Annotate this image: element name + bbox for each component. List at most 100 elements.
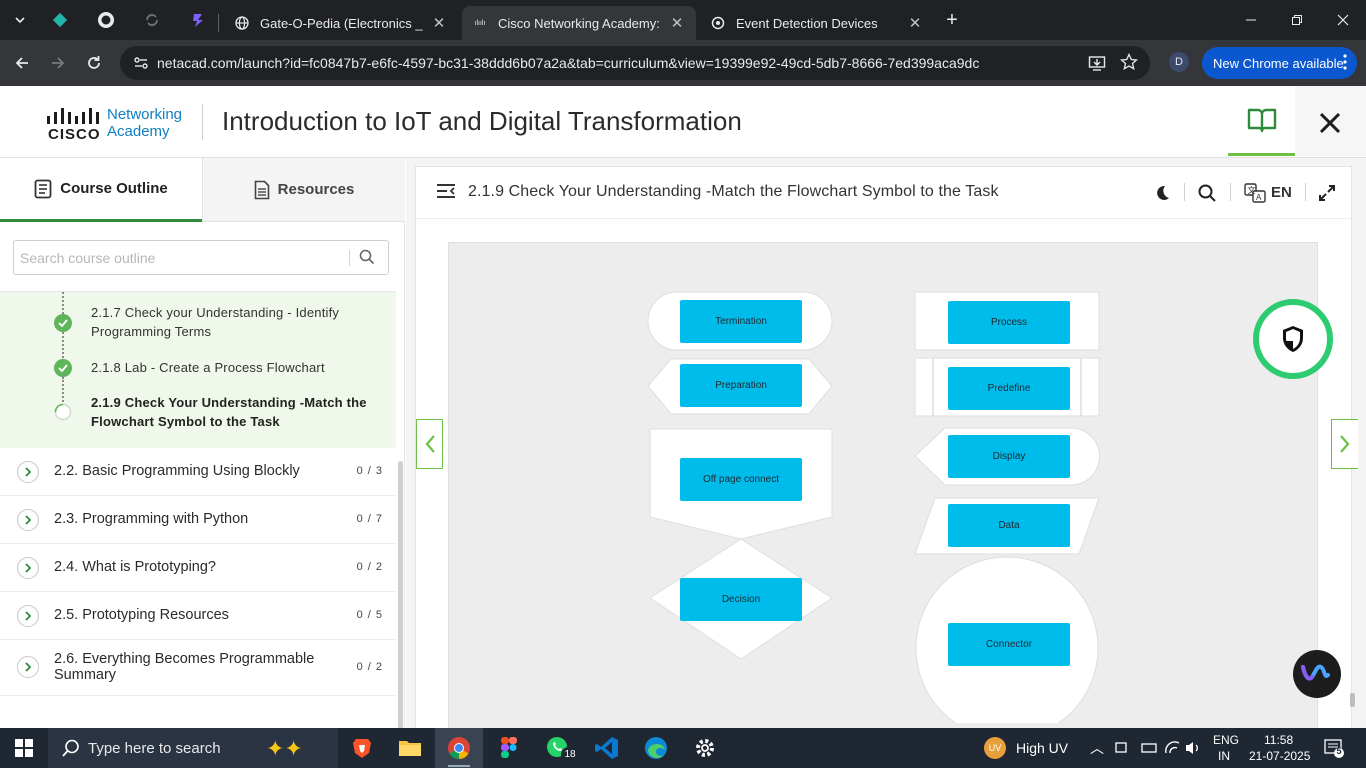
- install-app-icon[interactable]: [1088, 54, 1106, 77]
- clock-time[interactable]: 11:58: [1264, 733, 1293, 747]
- close-tab-icon[interactable]: ✕: [906, 14, 924, 32]
- open-book-icon: [1247, 108, 1276, 132]
- taskbar-search-box[interactable]: Type here to search ✦✦: [48, 728, 338, 768]
- back-icon[interactable]: [8, 49, 36, 77]
- close-course-button[interactable]: [1311, 104, 1349, 142]
- page-title: 2.1.9 Check Your Understanding -Match th…: [468, 183, 999, 200]
- figma-icon[interactable]: [485, 728, 533, 768]
- outline-item-2-1-8[interactable]: 2.1.8 Lab - Create a Process Flowchart: [91, 358, 371, 377]
- dark-mode-icon[interactable]: [1151, 182, 1173, 204]
- settings-gear-icon[interactable]: [681, 728, 729, 768]
- pinned-tab-sync-icon[interactable]: [140, 8, 164, 32]
- input-language-line-1[interactable]: ENG: [1213, 733, 1239, 747]
- restore-icon[interactable]: [1274, 0, 1320, 40]
- tray-icons[interactable]: [1114, 740, 1204, 761]
- tab-cisco-netacad[interactable]: ılıılı Cisco Networking Academy: Intr ✕: [462, 6, 696, 40]
- webex-assistant-button[interactable]: [1293, 650, 1341, 698]
- content-area: 2.1.9 Check Your Understanding -Match th…: [406, 158, 1366, 742]
- section-2-5[interactable]: 2.5. Prototyping Resources 0 / 5: [0, 592, 396, 640]
- cisco-networking-academy-logo[interactable]: CISCO Networking Academy: [46, 106, 186, 146]
- search-icon[interactable]: [359, 249, 375, 265]
- svg-text:文: 文: [1248, 185, 1256, 195]
- tab-search-icon[interactable]: [8, 8, 32, 32]
- fullscreen-icon[interactable]: [1316, 182, 1338, 204]
- drag-item-decision[interactable]: Decision: [680, 578, 802, 621]
- section-label: 2.2. Basic Programming Using Blockly: [54, 463, 300, 479]
- show-hidden-icons[interactable]: ︿: [1090, 738, 1104, 758]
- whatsapp-icon[interactable]: 18: [534, 728, 582, 768]
- drag-item-display[interactable]: Display: [948, 435, 1070, 478]
- outline-item-2-1-7[interactable]: 2.1.7 Check your Understanding - Identif…: [91, 303, 371, 341]
- bookmark-star-icon[interactable]: [1119, 52, 1139, 76]
- section-2-3[interactable]: 2.3. Programming with Python 0 / 7: [0, 496, 396, 544]
- browser-toolbar: netacad.com/launch?id=fc0847b7-e6fc-4597…: [0, 40, 1366, 86]
- search-icon[interactable]: [1196, 182, 1218, 204]
- section-label: 2.6. Everything Becomes Programmable Sum…: [54, 651, 315, 683]
- pinned-tab-app-icon[interactable]: [186, 8, 210, 32]
- drag-item-off-page-connect[interactable]: Off page connect: [680, 458, 802, 501]
- file-explorer-icon[interactable]: [386, 728, 434, 768]
- security-shield-badge[interactable]: [1253, 299, 1333, 379]
- tab-gate-o-pedia[interactable]: Gate-O-Pedia (Electronics _ Con ✕: [224, 6, 458, 40]
- more-menu-icon[interactable]: [1343, 54, 1347, 73]
- chevron-right-icon: [17, 656, 39, 678]
- brave-browser-icon[interactable]: [338, 728, 386, 768]
- close-tab-icon[interactable]: ✕: [668, 14, 686, 32]
- window-close-icon[interactable]: [1320, 0, 1366, 40]
- drag-item-termination[interactable]: Termination: [680, 300, 802, 343]
- current-section: 2.1.7 Check your Understanding - Identif…: [0, 292, 396, 448]
- outline-item-2-1-9[interactable]: 2.1.9 Check Your Understanding -Match th…: [91, 393, 371, 431]
- language-selector[interactable]: EN: [1271, 184, 1292, 201]
- tab-course-outline[interactable]: Course Outline: [0, 158, 202, 222]
- collapse-menu-icon[interactable]: [436, 183, 456, 199]
- address-bar[interactable]: netacad.com/launch?id=fc0847b7-e6fc-4597…: [120, 46, 1150, 80]
- notification-center-icon[interactable]: 5: [1324, 738, 1344, 763]
- drag-item-predefine[interactable]: Predefine: [948, 367, 1070, 410]
- clock-date[interactable]: 21-07-2025: [1249, 749, 1310, 763]
- next-page-button[interactable]: [1331, 419, 1358, 469]
- site-info-icon[interactable]: [133, 55, 149, 76]
- sidebar-scrollbar[interactable]: [398, 461, 403, 743]
- site-header: CISCO Networking Academy Introduction to…: [0, 86, 1366, 158]
- drag-item-connector[interactable]: Connector: [948, 623, 1070, 666]
- chrome-icon[interactable]: [435, 728, 483, 768]
- tab-event-detection[interactable]: Event Detection Devices ✕: [700, 6, 934, 40]
- edge-icon[interactable]: [632, 728, 680, 768]
- content-scrollbar[interactable]: [1350, 693, 1355, 707]
- chevron-right-icon: [17, 605, 39, 627]
- weather-uv-icon[interactable]: UV: [984, 737, 1006, 759]
- drag-item-preparation[interactable]: Preparation: [680, 364, 802, 407]
- outline-search-box: [13, 240, 389, 275]
- weather-text[interactable]: High UV: [1016, 740, 1068, 756]
- forward-icon[interactable]: [44, 49, 72, 77]
- search-icon: [62, 739, 79, 757]
- webex-icon: [1301, 664, 1330, 681]
- new-tab-icon[interactable]: +: [940, 8, 964, 32]
- complete-check-icon: [54, 314, 72, 332]
- cisco-favicon-icon: ılıılı: [474, 19, 486, 27]
- pinned-tab-github-icon[interactable]: [94, 8, 118, 32]
- drag-item-data[interactable]: Data: [948, 504, 1070, 547]
- new-chrome-available-button[interactable]: New Chrome available: [1202, 47, 1357, 79]
- section-label: 2.4. What is Prototyping?: [54, 559, 216, 575]
- section-2-6[interactable]: 2.6. Everything Becomes Programmable Sum…: [0, 640, 396, 696]
- section-2-4[interactable]: 2.4. What is Prototyping? 0 / 2: [0, 544, 396, 592]
- course-book-button[interactable]: [1228, 86, 1295, 156]
- profile-avatar[interactable]: D: [1169, 52, 1189, 72]
- notification-badge: 18: [561, 747, 579, 762]
- windows-start-button[interactable]: [0, 728, 48, 768]
- section-2-2[interactable]: 2.2. Basic Programming Using Blockly 0 /…: [0, 448, 396, 496]
- search-input[interactable]: [20, 248, 340, 268]
- close-tab-icon[interactable]: ✕: [430, 14, 448, 32]
- pinned-tab-diamond-icon[interactable]: [48, 8, 72, 32]
- reload-icon[interactable]: [80, 49, 108, 77]
- minimize-icon[interactable]: [1228, 0, 1274, 40]
- vscode-icon[interactable]: [583, 728, 631, 768]
- drag-item-process[interactable]: Process: [948, 301, 1070, 344]
- tab-resources[interactable]: Resources: [202, 158, 405, 222]
- input-language-line-2[interactable]: IN: [1218, 749, 1230, 763]
- complete-check-icon: [54, 359, 72, 377]
- previous-page-button[interactable]: [416, 419, 443, 469]
- notification-count: 5: [1336, 746, 1342, 756]
- translate-icon[interactable]: 文A: [1244, 182, 1266, 204]
